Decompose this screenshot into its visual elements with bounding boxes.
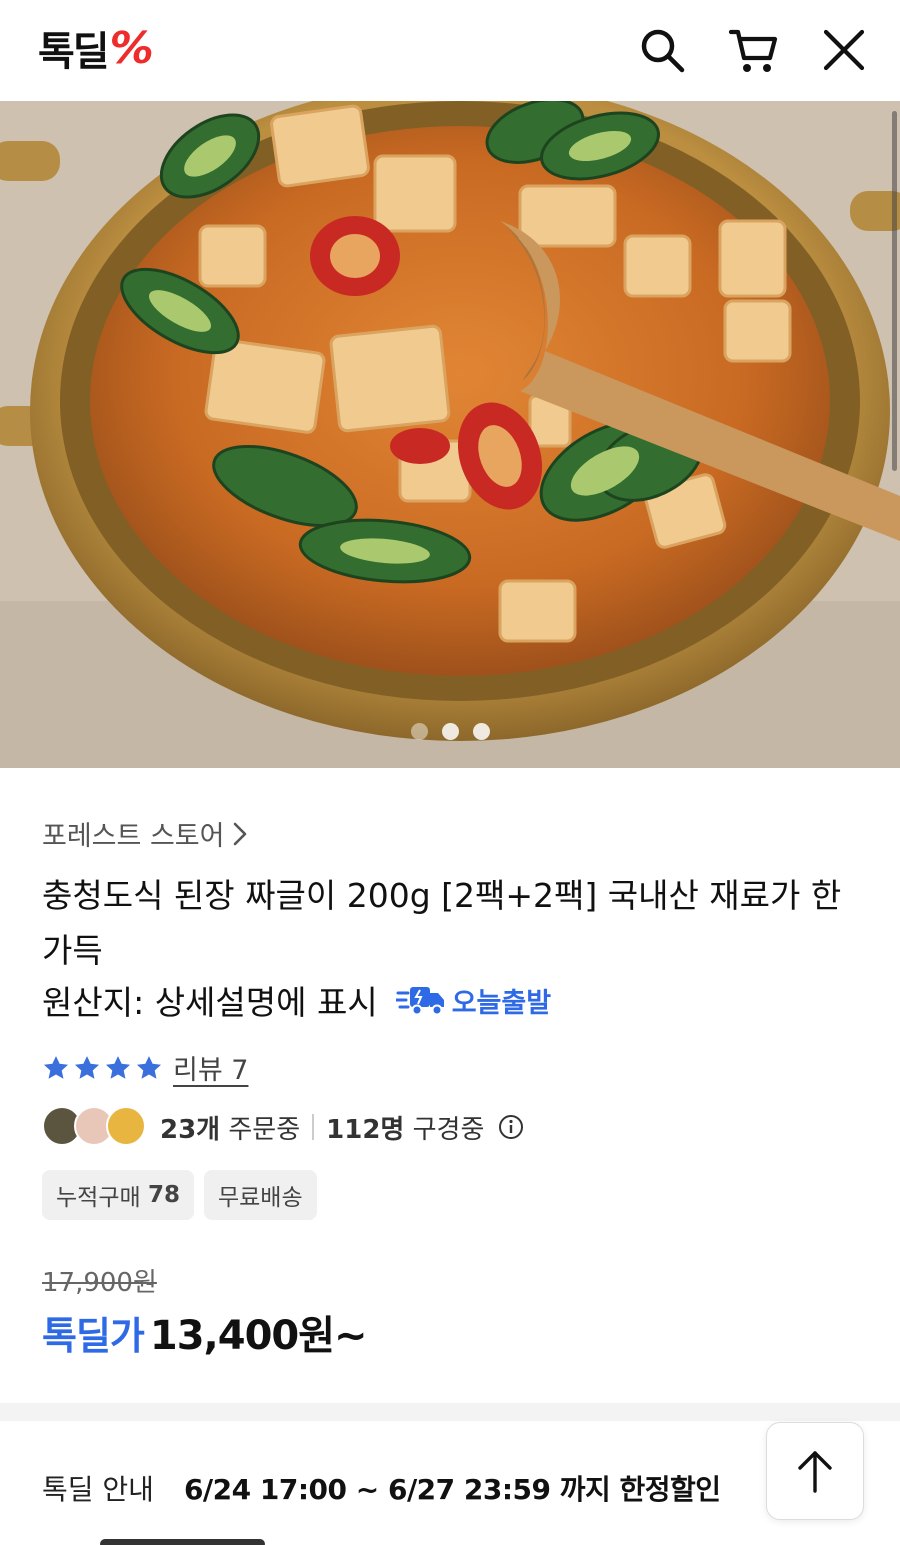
scroll-to-top-button[interactable] xyxy=(766,1422,864,1520)
product-chips: 누적구매 78 무료배송 xyxy=(42,1170,317,1220)
arrow-up-icon xyxy=(798,1451,832,1493)
carousel-indicator xyxy=(0,723,900,740)
star-icon xyxy=(74,1055,100,1079)
buyer-activity: 23개 주문중 112명 구경중 xyxy=(42,1106,524,1148)
origin-row: 원산지: 상세설명에 표시 오늘출발 xyxy=(42,976,551,1024)
star-icon xyxy=(43,1055,69,1079)
original-price: 17,900원 xyxy=(42,1268,157,1298)
logo-mark: % xyxy=(109,22,154,74)
section-divider xyxy=(0,1403,900,1421)
close-icon[interactable] xyxy=(818,24,870,76)
star-rating xyxy=(42,1054,163,1082)
origin-text: 원산지: 상세설명에 표시 xyxy=(42,983,378,1022)
product-image-carousel[interactable] xyxy=(0,101,900,768)
cumulative-count: 78 xyxy=(147,1182,180,1208)
deal-info-label: 톡딜 안내 xyxy=(42,1473,154,1506)
rating-row[interactable]: 리뷰 7 xyxy=(42,1048,248,1087)
buyer-avatars xyxy=(42,1106,150,1148)
chevron-right-icon xyxy=(234,822,247,845)
product-photo xyxy=(0,101,900,768)
delivery-truck-icon xyxy=(395,987,444,1016)
carousel-dot-2[interactable] xyxy=(441,723,459,740)
info-icon[interactable] xyxy=(498,1114,524,1140)
logo-text: 톡딜 xyxy=(38,29,110,75)
bottom-sheet-handle xyxy=(100,1539,265,1545)
avatar xyxy=(106,1106,146,1146)
carousel-dot-1[interactable] xyxy=(410,723,428,740)
talkdeal-logo[interactable]: 톡딜 % xyxy=(38,22,154,76)
star-icon xyxy=(105,1055,131,1079)
free-shipping-chip: 무료배송 xyxy=(203,1170,317,1220)
search-icon[interactable] xyxy=(636,24,688,76)
divider xyxy=(312,1114,315,1140)
viewers-count: 112명 xyxy=(326,1114,405,1145)
deal-price-row: 톡딜가 13,400원~ xyxy=(42,1303,368,1361)
deal-period: 6/24 17:00 ~ 6/27 23:59 까지 한정할인 xyxy=(183,1473,721,1506)
deal-info-row: 톡딜 안내 6/24 17:00 ~ 6/27 23:59 까지 한정할인 xyxy=(42,1468,721,1508)
product-title: 충청도식 된장 짜글이 200g [2팩+2팩] 국내산 재료가 한가득 xyxy=(42,876,842,970)
orders-label: 주문중 xyxy=(228,1114,301,1145)
deal-price: 13,400원~ xyxy=(149,1313,368,1359)
store-link[interactable]: 포레스트 스토어 xyxy=(42,814,248,853)
review-link[interactable]: 리뷰 7 xyxy=(173,1048,248,1087)
orders-count: 23개 xyxy=(160,1114,221,1145)
cumulative-purchase-chip: 누적구매 78 xyxy=(42,1170,194,1220)
app-header: 톡딜 % xyxy=(0,0,900,101)
cart-icon[interactable] xyxy=(728,24,780,76)
page-scrollbar[interactable] xyxy=(892,111,897,471)
star-icon xyxy=(136,1055,162,1079)
same-day-shipping-badge: 오늘출발 xyxy=(395,981,552,1020)
shipping-badge-label: 오늘출발 xyxy=(451,987,552,1019)
cumulative-label: 누적구매 xyxy=(56,1185,141,1211)
carousel-dot-3[interactable] xyxy=(472,723,490,740)
store-name: 포레스트 스토어 xyxy=(42,821,225,852)
viewers-label: 구경중 xyxy=(412,1114,485,1145)
deal-price-label: 톡딜가 xyxy=(42,1314,145,1358)
